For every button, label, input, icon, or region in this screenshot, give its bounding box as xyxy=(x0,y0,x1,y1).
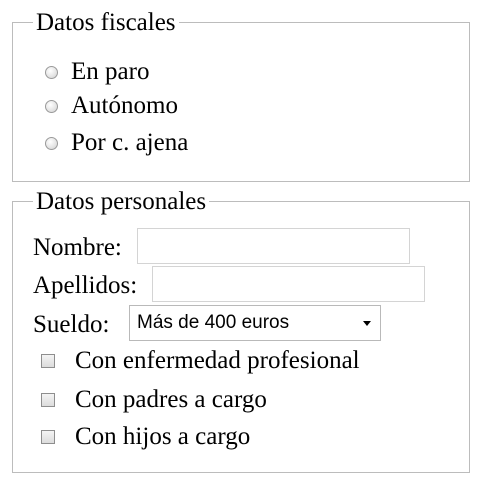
radio-button[interactable] xyxy=(45,100,58,113)
checkbox[interactable] xyxy=(41,430,55,444)
sueldo-label: Sueldo: xyxy=(33,311,110,338)
sueldo-selected-value: Más de 400 euros xyxy=(137,312,290,333)
apellidos-input[interactable] xyxy=(152,266,425,302)
radio-option-autonomo[interactable]: Autónomo xyxy=(13,92,413,120)
checkbox-label: Con enfermedad profesional xyxy=(75,347,360,374)
radio-button[interactable] xyxy=(45,66,58,79)
legend-datos-fiscales: Datos fiscales xyxy=(33,10,179,36)
fieldset-datos-fiscales: Datos fiscales En paro Autónomo Por c. a… xyxy=(12,10,470,182)
checkbox[interactable] xyxy=(41,354,55,368)
checkbox[interactable] xyxy=(41,393,55,407)
apellidos-label: Apellidos: xyxy=(33,272,138,299)
checkbox-option-hijos-a-cargo[interactable]: Con hijos a cargo xyxy=(13,423,453,451)
fieldset-datos-personales: Datos personales Nombre: Apellidos: Suel… xyxy=(12,189,470,473)
radio-option-por-c-ajena[interactable]: Por c. ajena xyxy=(13,129,413,157)
checkbox-option-enfermedad-profesional[interactable]: Con enfermedad profesional xyxy=(13,347,453,375)
radio-label: Autónomo xyxy=(71,92,178,119)
radio-label: En paro xyxy=(71,58,150,85)
chevron-down-icon xyxy=(363,321,371,326)
checkbox-label: Con padres a cargo xyxy=(75,386,267,413)
radio-option-en-paro[interactable]: En paro xyxy=(13,58,413,86)
sueldo-select[interactable]: Más de 400 euros xyxy=(129,305,381,341)
checkbox-label: Con hijos a cargo xyxy=(75,423,251,450)
nombre-label: Nombre: xyxy=(33,234,122,261)
radio-button[interactable] xyxy=(45,137,58,150)
checkbox-option-padres-a-cargo[interactable]: Con padres a cargo xyxy=(13,386,453,414)
legend-datos-personales: Datos personales xyxy=(33,189,210,215)
radio-label: Por c. ajena xyxy=(71,129,189,156)
nombre-input[interactable] xyxy=(137,228,410,264)
